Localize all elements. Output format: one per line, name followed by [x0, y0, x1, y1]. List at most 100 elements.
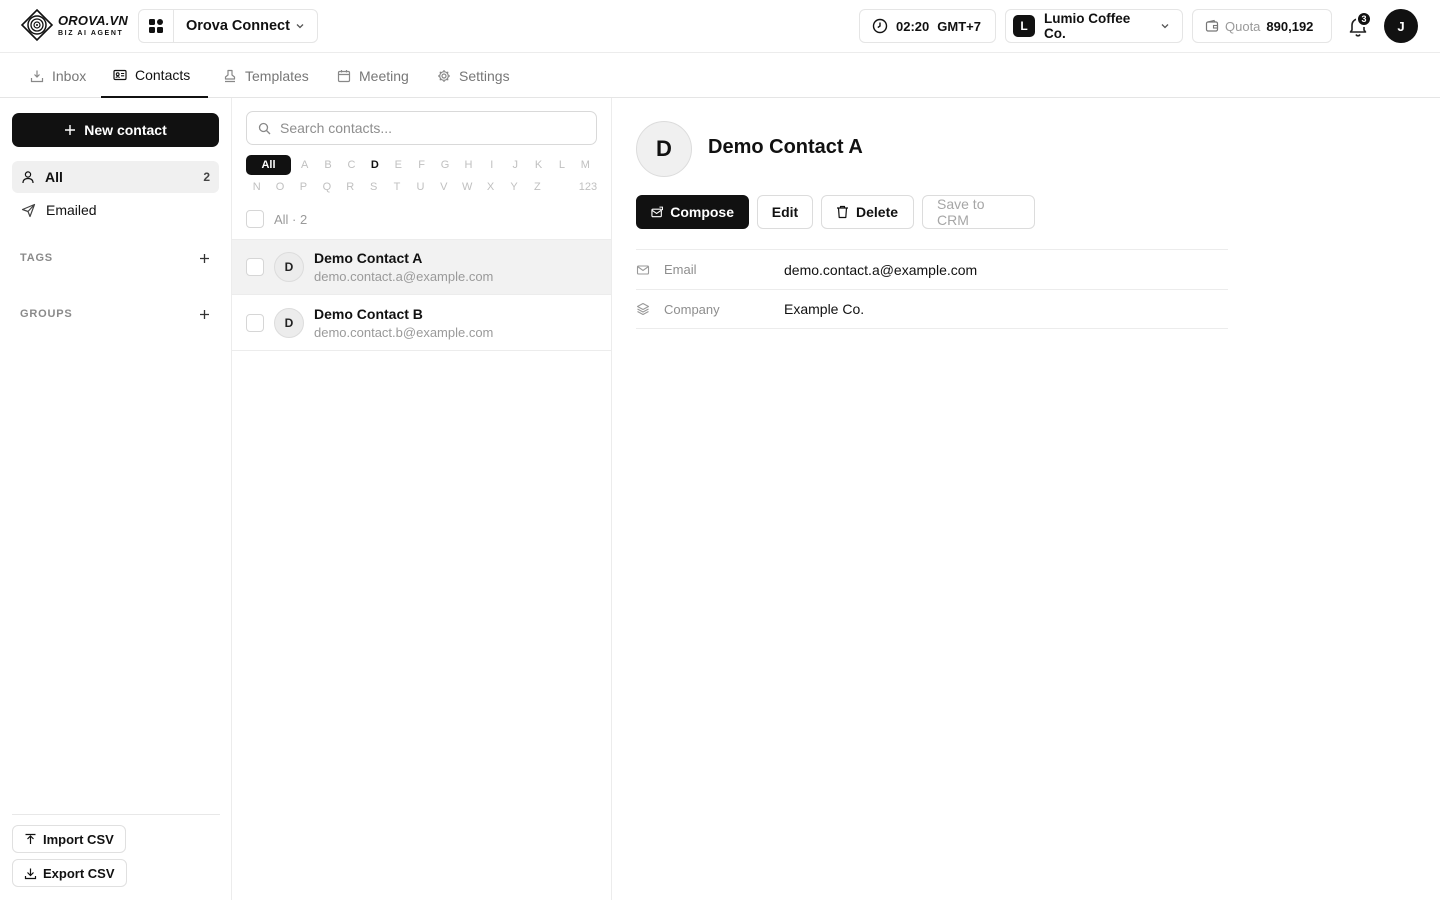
layers-icon: [636, 302, 650, 316]
sidebar-item-all[interactable]: All 2: [12, 161, 219, 193]
alphabet-letter[interactable]: R: [339, 181, 362, 193]
tab-label: Settings: [459, 67, 510, 84]
contact-avatar: D: [274, 307, 304, 338]
tab-label: Inbox: [52, 67, 87, 84]
import-csv-label: Import CSV: [43, 831, 114, 847]
alphabet-letter[interactable]: B: [316, 159, 339, 171]
alphabet-letter[interactable]: Q: [315, 181, 338, 193]
contact-row-checkbox[interactable]: [246, 313, 264, 332]
alphabet-letter[interactable]: N: [245, 181, 268, 193]
wallet-icon: [1205, 19, 1219, 32]
tags-section-header: TAGS: [20, 252, 210, 264]
alphabet-letter[interactable]: H: [457, 159, 480, 171]
upload-icon: [25, 833, 36, 844]
import-csv-button[interactable]: Import CSV: [12, 825, 126, 853]
alphabet-letter[interactable]: S: [362, 181, 385, 193]
search-input[interactable]: [280, 120, 580, 136]
delete-button[interactable]: Delete: [821, 195, 914, 229]
alphabet-letter[interactable]: M: [574, 159, 597, 171]
select-all-label: All · 2: [274, 211, 308, 227]
select-all-checkbox[interactable]: [246, 210, 264, 228]
user-avatar[interactable]: J: [1384, 9, 1418, 43]
save-to-crm-button[interactable]: Save to CRM: [922, 195, 1035, 229]
inbox-icon: [30, 70, 44, 82]
contact-list-pane: All A B C D E F G H I J K L M N O P Q R …: [232, 98, 612, 900]
new-contact-button[interactable]: New contact: [12, 113, 219, 147]
trash-icon: [837, 205, 848, 219]
alphabet-letter[interactable]: X: [479, 181, 502, 193]
search-box[interactable]: [246, 111, 597, 145]
tab-settings[interactable]: Settings: [425, 53, 522, 98]
clock-timezone: GMT+7: [937, 18, 981, 34]
alphabet-letter[interactable]: Z: [526, 181, 549, 193]
alphabet-filter-row-2: N O P Q R S T U V W X Y Z 123: [245, 181, 597, 193]
contact-detail-avatar: D: [636, 121, 692, 177]
compose-mail-icon: [651, 206, 663, 217]
alphabet-letter[interactable]: J: [504, 159, 527, 171]
alphabet-filter-all[interactable]: All: [246, 155, 291, 175]
alphabet-filter-numeric[interactable]: 123: [549, 181, 597, 193]
alphabet-letter[interactable]: E: [387, 159, 410, 171]
compose-label: Compose: [670, 204, 734, 220]
tab-meeting[interactable]: Meeting: [325, 53, 421, 98]
edit-button[interactable]: Edit: [757, 195, 813, 229]
tab-label: Templates: [245, 67, 309, 84]
alphabet-letter[interactable]: W: [456, 181, 479, 193]
tab-inbox[interactable]: Inbox: [18, 53, 98, 98]
organization-switcher[interactable]: L Lumio Coffee Co.: [1005, 9, 1183, 43]
org-badge: L: [1013, 15, 1035, 37]
calendar-icon: [337, 69, 351, 82]
chevron-down-icon: [296, 24, 304, 29]
alphabet-letter[interactable]: L: [550, 159, 573, 171]
sidebar-divider: [12, 814, 220, 815]
field-value[interactable]: demo.contact.a@example.com: [784, 262, 977, 278]
contact-card-icon: [113, 69, 127, 80]
alphabet-letter-active[interactable]: D: [363, 159, 386, 171]
alphabet-letter[interactable]: A: [293, 159, 316, 171]
add-tag-plus-icon[interactable]: [199, 253, 210, 264]
export-csv-button[interactable]: Export CSV: [12, 859, 127, 887]
timezone-clock[interactable]: 02:20 GMT+7: [859, 9, 996, 43]
alphabet-filter-row-1: All A B C D E F G H I J K L M: [246, 155, 597, 175]
contact-email: demo.contact.b@example.com: [314, 324, 494, 340]
sidebar-item-emailed[interactable]: Emailed: [12, 194, 219, 226]
contact-row-checkbox[interactable]: [246, 258, 264, 276]
user-icon: [22, 171, 34, 184]
add-group-plus-icon[interactable]: [199, 309, 210, 320]
stamp-icon: [224, 69, 236, 82]
chevron-down-icon: [1161, 24, 1169, 29]
org-name: Lumio Coffee Co.: [1044, 11, 1131, 41]
alphabet-letter[interactable]: T: [385, 181, 408, 193]
quota-indicator[interactable]: Quota 890,192: [1192, 9, 1332, 43]
tab-templates[interactable]: Templates: [211, 53, 321, 98]
alphabet-letter[interactable]: I: [480, 159, 503, 171]
compose-button[interactable]: Compose: [636, 195, 749, 229]
app-switcher[interactable]: Orova Connect: [138, 9, 318, 43]
search-icon: [258, 122, 271, 134]
alphabet-letter[interactable]: V: [432, 181, 455, 193]
send-icon: [21, 203, 36, 217]
groups-section-title: GROUPS: [20, 308, 73, 320]
sidebar-item-label: All: [45, 169, 63, 185]
alphabet-letter[interactable]: K: [527, 159, 550, 171]
alphabet-letter[interactable]: F: [410, 159, 433, 171]
groups-section-header: GROUPS: [20, 308, 210, 320]
export-csv-label: Export CSV: [43, 865, 115, 881]
delete-label: Delete: [856, 204, 899, 220]
contact-row[interactable]: D Demo Contact B demo.contact.b@example.…: [232, 295, 611, 351]
clock-time: 02:20: [896, 18, 930, 34]
alphabet-letter[interactable]: Y: [502, 181, 525, 193]
alphabet-letter[interactable]: P: [292, 181, 315, 193]
contact-row[interactable]: D Demo Contact A demo.contact.a@example.…: [232, 239, 611, 295]
contact-detail-name: Demo Contact A: [708, 136, 863, 158]
app-grid-button[interactable]: [139, 10, 174, 42]
brand-logo[interactable]: OROVA.VN BIZ AI AGENT: [20, 8, 128, 42]
gear-icon: [438, 69, 450, 82]
save-to-crm-label: Save to CRM: [937, 196, 985, 228]
alphabet-letter[interactable]: G: [433, 159, 456, 171]
alphabet-letter[interactable]: O: [268, 181, 291, 193]
clock-icon: [872, 18, 888, 34]
tab-contacts[interactable]: Contacts: [101, 53, 208, 98]
alphabet-letter[interactable]: U: [409, 181, 432, 193]
alphabet-letter[interactable]: C: [340, 159, 363, 171]
